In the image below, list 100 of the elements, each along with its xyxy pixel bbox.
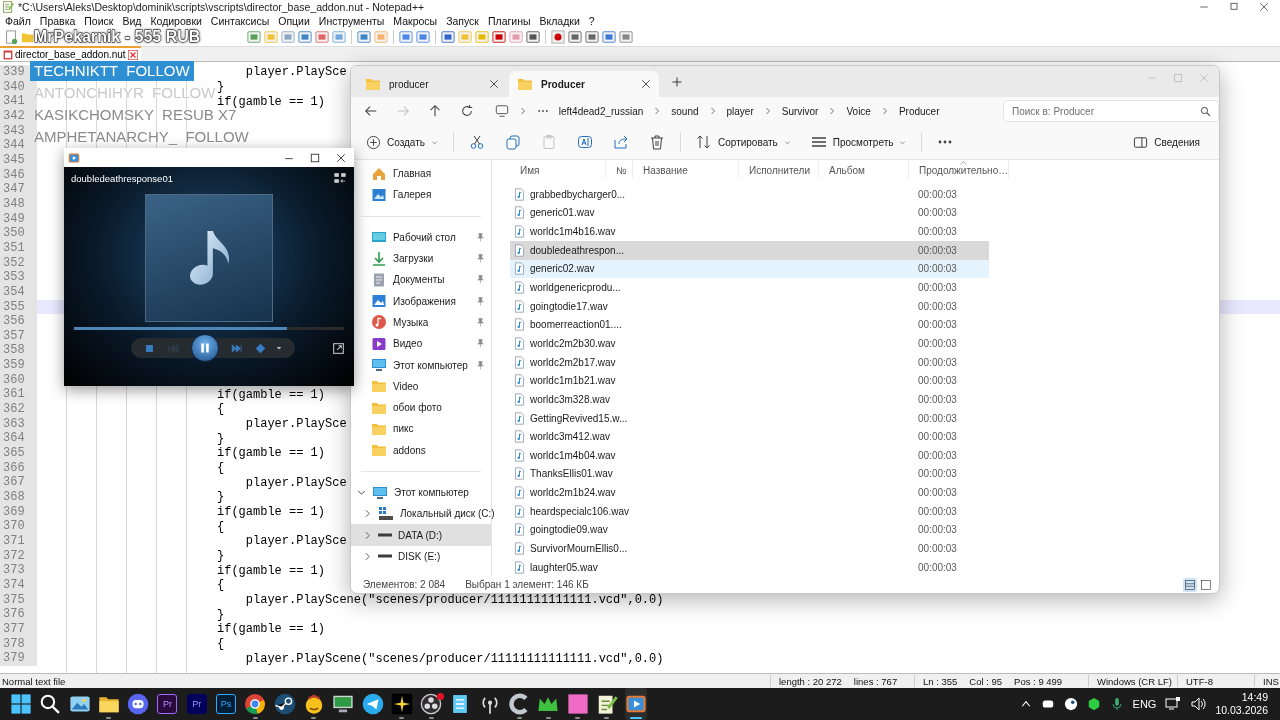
pause-button[interactable] — [191, 334, 219, 362]
maximize-icon[interactable] — [310, 152, 320, 163]
toolbar-tool-icon[interactable] — [399, 30, 413, 44]
toolbar-tool-icon[interactable] — [441, 30, 455, 44]
file-row[interactable]: worldc1m1b21.wav 00:00:03 — [510, 371, 989, 391]
search-icon[interactable] — [39, 693, 62, 715]
chevron-right-icon[interactable] — [363, 509, 372, 519]
breadcrumb-item[interactable]: Voice — [846, 105, 871, 117]
menu-item[interactable]: Поиск — [84, 15, 114, 27]
file-row[interactable]: worldc2m2b30.wav 00:00:03 — [510, 334, 989, 353]
menu-item[interactable]: Запуск — [446, 15, 479, 27]
new-file-icon[interactable] — [4, 30, 18, 44]
clock-time[interactable]: 14:49 — [1241, 691, 1268, 704]
toolbar-tool-icon[interactable] — [602, 30, 616, 44]
column-header[interactable]: Имя — [510, 160, 606, 178]
clock-date[interactable]: 10.03.2026 — [1215, 704, 1268, 717]
toolbar-tool-icon[interactable] — [315, 30, 329, 44]
aperture-icon[interactable] — [420, 693, 443, 715]
toolbar-tool-icon[interactable] — [416, 30, 430, 44]
sidebar-item[interactable]: Video — [351, 375, 491, 397]
network-icon[interactable] — [1165, 696, 1182, 712]
details-view-button[interactable] — [1183, 577, 1197, 592]
breadcrumb-item[interactable]: Survivor — [781, 105, 819, 117]
breadcrumb-item[interactable]: Producer — [898, 105, 940, 117]
breadcrumb-item[interactable]: player — [726, 105, 754, 117]
file-row[interactable]: worldgenericprodu... 00:00:03 — [510, 278, 989, 297]
file-row[interactable]: boomerreaction01.... 00:00:03 — [510, 315, 989, 335]
breadcrumb-item[interactable]: sound — [671, 105, 699, 117]
record-icon[interactable] — [551, 30, 565, 44]
close-icon[interactable] — [1258, 1, 1270, 13]
tiles-view-button[interactable] — [1199, 577, 1213, 592]
column-header[interactable]: Исполнители — [739, 160, 819, 178]
toolbar-tool-icon[interactable] — [247, 30, 261, 44]
sort-button[interactable]: Сортировать — [687, 129, 800, 155]
star-burst-icon[interactable] — [390, 693, 413, 715]
menu-item[interactable]: Вкладки — [539, 15, 580, 27]
file-row[interactable]: GettingRevived15.w... 00:00:03 — [510, 408, 989, 428]
square-icon[interactable] — [566, 693, 589, 715]
column-header[interactable]: Продолжительно… — [909, 160, 1009, 178]
menu-item[interactable]: ? — [588, 15, 595, 27]
menu-item[interactable]: Кодировки — [150, 15, 202, 27]
explorer-tab[interactable]: Producer — [509, 71, 659, 97]
stop-icon[interactable] — [144, 342, 155, 354]
close-icon[interactable] — [641, 79, 651, 89]
new-button[interactable]: Создать — [357, 129, 447, 155]
hexagon-icon[interactable] — [1086, 697, 1101, 711]
sidebar-item[interactable]: Загрузки — [351, 247, 491, 270]
caret-icon[interactable] — [276, 345, 282, 351]
steam-icon[interactable] — [273, 693, 296, 715]
windows-logo-icon[interactable] — [10, 693, 32, 715]
close-icon[interactable] — [336, 152, 346, 163]
steam-icon[interactable] — [1063, 697, 1078, 711]
menu-item[interactable]: Синтаксисы — [210, 15, 270, 27]
sidebar-item[interactable]: Документы — [351, 269, 491, 291]
tree-item[interactable]: DATA (D:) — [351, 524, 491, 546]
toolbar-tool-icon[interactable] — [585, 30, 599, 44]
sidebar-item[interactable]: пикс — [351, 418, 491, 440]
file-row[interactable]: worldc2m1b24.wav 00:00:03 — [510, 483, 989, 502]
paper-plane-icon[interactable] — [361, 693, 384, 715]
seek-bar[interactable] — [74, 327, 344, 330]
fullscreen-icon[interactable] — [333, 342, 344, 354]
file-row[interactable]: heardspecialc106.wav 00:00:03 — [510, 501, 989, 521]
menu-item[interactable]: Инструменты — [318, 15, 385, 27]
file-row[interactable]: grabbedbycharger0... 00:00:03 — [510, 185, 989, 204]
file-tab[interactable]: director_base_addon.nut — [0, 46, 141, 61]
sidebar-item[interactable]: Видео — [351, 333, 491, 355]
column-header[interactable]: Название — [633, 160, 739, 178]
file-row[interactable]: worldc1m4b04.wav 00:00:03 — [510, 445, 989, 465]
sidebar-item[interactable]: Галерея — [351, 184, 491, 206]
chat-icon[interactable] — [127, 693, 150, 715]
file-row[interactable]: doubledeathrespon... 00:00:03 — [510, 240, 989, 260]
search-field[interactable]: Поиск в: Producer — [1003, 100, 1219, 122]
sidebar-item[interactable]: addons — [351, 439, 491, 461]
browser-icon[interactable] — [244, 693, 267, 715]
sidebar-item[interactable]: Изображения — [351, 290, 491, 312]
taskbar-button[interactable]: Pr — [156, 688, 179, 720]
menu-item[interactable]: Файл — [5, 15, 31, 27]
file-row[interactable]: ThanksEllis01.wav 00:00:03 — [510, 464, 989, 484]
taskbar-button[interactable]: Ps — [215, 688, 238, 720]
file-row[interactable]: goingtodie09.wav 00:00:03 — [510, 520, 989, 540]
file-row[interactable]: goingtodie17.wav 00:00:03 — [510, 296, 989, 316]
tree-item[interactable]: Этот компьютер — [351, 481, 491, 504]
taskbar-button[interactable] — [625, 688, 648, 720]
chevron-down-icon[interactable] — [357, 488, 366, 497]
tree-item[interactable]: DISK (E:) — [351, 545, 491, 568]
file-row[interactable]: worldc2m2b17.wav 00:00:03 — [510, 352, 989, 372]
plus-icon[interactable] — [671, 75, 683, 88]
file-row[interactable]: laughter05.wav 00:00:03 — [510, 557, 989, 577]
column-header[interactable]: Альбом — [819, 160, 909, 178]
speaker-icon[interactable] — [1190, 696, 1207, 712]
menu-item[interactable]: Плагины — [487, 15, 531, 27]
menu-item[interactable]: Правка — [39, 15, 76, 27]
file-row[interactable]: worldc3m412.wav 00:00:03 — [510, 427, 989, 446]
sidebar-item[interactable]: Рабочий стол — [351, 226, 491, 248]
sidebar-item[interactable]: Главная — [351, 163, 491, 185]
file-row[interactable]: worldc3m328.wav 00:00:03 — [510, 390, 989, 409]
monitor-icon[interactable] — [332, 693, 355, 715]
toolbar-tool-icon[interactable] — [357, 30, 371, 44]
column-header[interactable]: № — [606, 160, 633, 178]
file-row[interactable]: worldc1m4b16.wav 00:00:03 — [510, 222, 989, 241]
